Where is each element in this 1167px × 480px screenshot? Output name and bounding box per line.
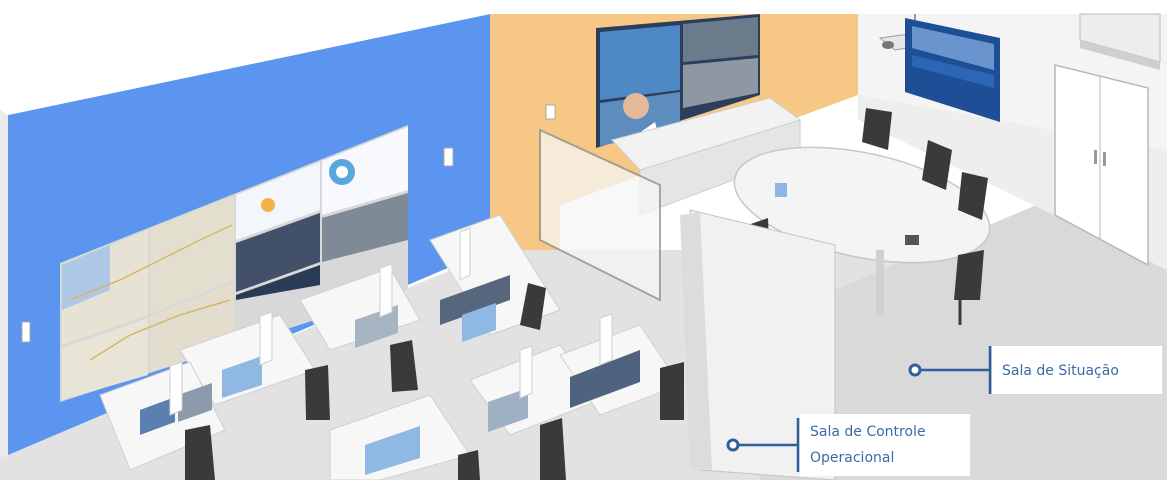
left-edge bbox=[0, 110, 8, 458]
operations-center-illustration: Sala de Situação Sala de Controle Operac… bbox=[0, 0, 1167, 480]
control-room-label-line2: Operacional bbox=[810, 450, 894, 466]
wall-box bbox=[545, 104, 556, 120]
wall-box bbox=[443, 147, 454, 167]
wall-box bbox=[21, 321, 31, 343]
situation-room-label: Sala de Situação bbox=[1002, 363, 1119, 379]
callout-marker bbox=[726, 438, 740, 452]
callout-marker bbox=[908, 363, 922, 377]
control-room-label-line1: Sala de Controle bbox=[810, 424, 926, 440]
